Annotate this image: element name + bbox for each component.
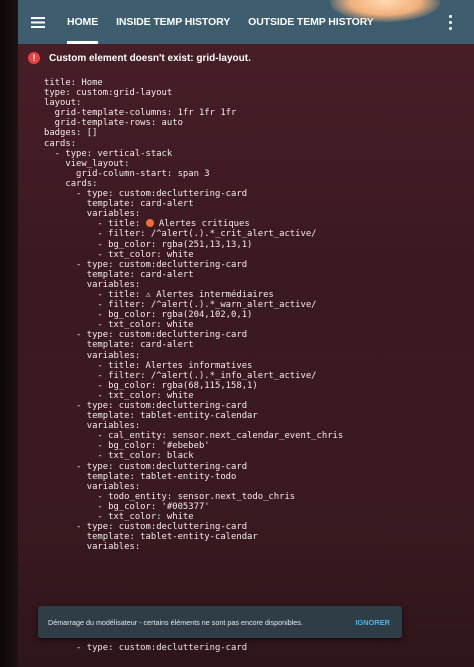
yaml-line: - txt_color: white — [44, 249, 194, 260]
yaml-line: - cal_entity: sensor.next_calendar_event… — [44, 431, 344, 442]
startup-toast: Démarrage du modélisateur - certains élé… — [38, 606, 402, 638]
yaml-line: cards: — [44, 138, 77, 149]
yaml-line: - type: vertical-stack — [44, 148, 173, 159]
yaml-line: - txt_color: black — [44, 451, 194, 462]
yaml-line: - bg_color: '#ebebeb' — [44, 441, 210, 452]
yaml-line: - txt_color: white — [44, 320, 194, 331]
yaml-line: grid-column-start: span 3 — [44, 168, 210, 179]
yaml-line: variables: — [44, 421, 141, 432]
yaml-line: - type: custom:decluttering-card — [44, 330, 248, 341]
yaml-line: title: Home — [44, 78, 103, 88]
yaml-line: - type: custom:decluttering-card — [44, 522, 248, 533]
yaml-line: - txt_color: white — [44, 390, 194, 401]
yaml-line: template: tablet-entity-todo — [44, 471, 237, 482]
yaml-line: variables: — [44, 350, 141, 361]
toast-dismiss-button[interactable]: IGNORER — [356, 618, 403, 627]
yaml-line: - type: custom:decluttering-card — [44, 461, 248, 472]
yaml-line: layout: — [44, 98, 82, 109]
tab-inside-temp-history[interactable]: INSIDE TEMP HISTORY — [107, 0, 239, 44]
yaml-line: type: custom:grid-layout — [44, 88, 173, 99]
yaml-line: - type: custom:decluttering-card — [44, 401, 248, 411]
yaml-line: - title: ⚠ Alertes intermédiaires — [44, 289, 274, 300]
menu-button[interactable] — [18, 0, 58, 44]
yaml-line: - bg_color: '#005377' — [44, 501, 210, 512]
yaml-line: variables: — [44, 542, 141, 553]
hamburger-menu-icon — [31, 16, 45, 28]
yaml-line: variables: — [44, 279, 141, 290]
yaml-line: template: tablet-entity-calendar — [44, 411, 258, 422]
yaml-line: template: card-alert — [44, 199, 194, 210]
yaml-line: - todo_entity: sensor.next_todo_chris — [44, 491, 296, 502]
yaml-line: badges: [] — [44, 128, 98, 139]
yaml-line: - filter: /^alert(.).*_crit_alert_active… — [44, 229, 317, 240]
yaml-line: variables: — [44, 481, 141, 492]
yaml-line: - bg_color: rgba(251,13,13,1) — [44, 239, 253, 250]
yaml-config-block: title: Home type: custom:grid-layout layou… — [44, 78, 343, 552]
toast-message: Démarrage du modélisateur - certains élé… — [48, 617, 303, 627]
yaml-line: cards: — [44, 178, 98, 189]
yaml-trailing-line: - type: custom:decluttering-card — [44, 643, 248, 653]
yaml-line: template: tablet-entity-calendar — [44, 532, 258, 543]
error-banner: ! Custom element doesn't exist: grid-lay… — [28, 52, 251, 64]
overflow-menu-button[interactable] — [440, 11, 460, 33]
more-vertical-icon — [448, 14, 452, 18]
error-message: Custom element doesn't exist: grid-layou… — [49, 52, 251, 64]
yaml-line: - bg_color: rgba(204,102,0,1) — [44, 310, 253, 321]
yaml-line: - type: custom:decluttering-card — [44, 259, 248, 270]
device-bezel — [0, 0, 18, 667]
error-icon: ! — [28, 52, 40, 64]
yaml-line: variables: — [44, 209, 141, 220]
yaml-line: grid-template-rows: auto — [44, 118, 183, 129]
yaml-line: - filter: /^alert(.).*_warn_alert_active… — [44, 300, 317, 311]
yaml-line: - title: Alertes informatives — [44, 360, 253, 371]
yaml-line: - title: Alertes critiques — [44, 219, 250, 230]
yaml-line: template: card-alert — [44, 340, 194, 351]
tab-home[interactable]: HOME — [58, 0, 107, 44]
yaml-line: - filter: /^alert(.).*_info_alert_active… — [44, 370, 317, 381]
yaml-line: grid-template-columns: 1fr 1fr 1fr — [44, 108, 237, 119]
yaml-line: template: card-alert — [44, 269, 194, 280]
yaml-line: view_layout: — [44, 158, 130, 169]
yaml-line: - txt_color: white — [44, 512, 194, 523]
yaml-line: - bg_color: rgba(68,115,158,1) — [44, 380, 258, 391]
critical-alert-dot-icon — [145, 219, 154, 228]
yaml-line: - type: custom:decluttering-card — [44, 189, 248, 200]
tablet-screen: HOME INSIDE TEMP HISTORY OUTSIDE TEMP HI… — [18, 0, 474, 667]
